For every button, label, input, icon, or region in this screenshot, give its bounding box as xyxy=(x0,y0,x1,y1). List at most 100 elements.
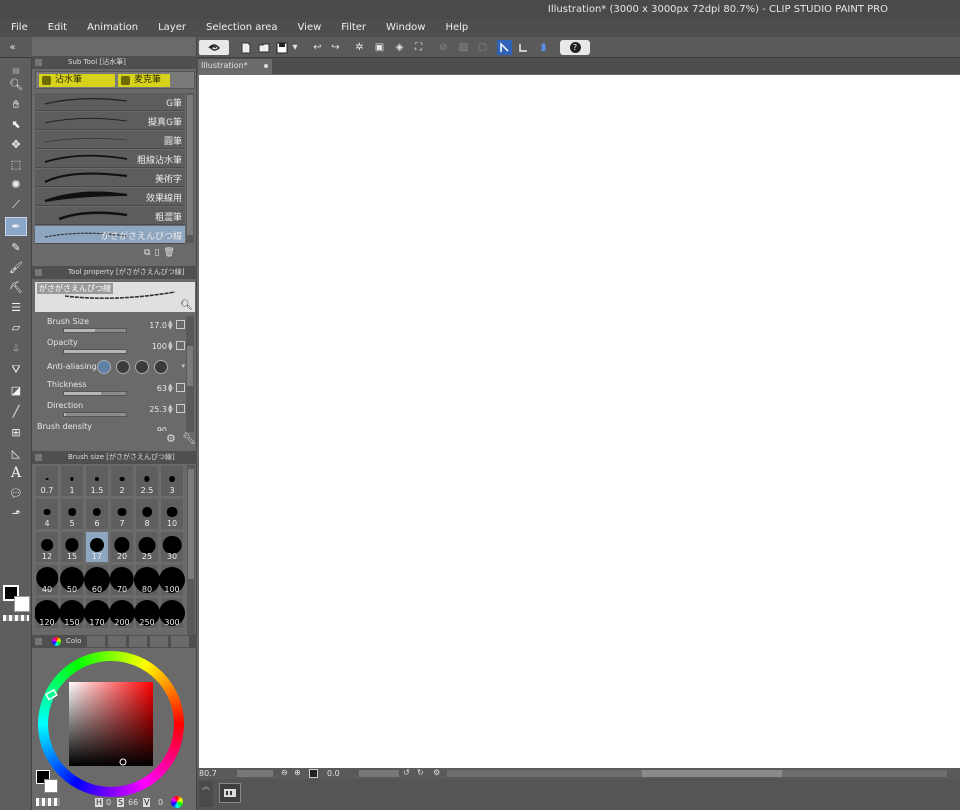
eraser-icon[interactable]: ▱ xyxy=(6,319,26,336)
subtool-panel-header[interactable]: Sub Tool [沾水筆] xyxy=(32,56,197,69)
color-mode-icon[interactable] xyxy=(171,796,183,808)
selection-rect-icon[interactable]: ⬚ xyxy=(6,156,26,173)
brush-size-cell[interactable]: 60 xyxy=(84,564,110,596)
tool-property-header[interactable]: Tool property [がさがさえんぴつ線] xyxy=(32,266,197,279)
intermediate-color-tab[interactable] xyxy=(108,636,126,647)
pressure-icon[interactable] xyxy=(176,320,185,329)
text-icon[interactable]: A xyxy=(6,464,26,481)
redo-icon[interactable]: ↪ xyxy=(328,40,343,55)
new-file-icon[interactable] xyxy=(238,40,253,55)
brush-size-cell[interactable]: 80 xyxy=(134,564,160,596)
eyedropper-icon[interactable]: ⟋ xyxy=(6,196,26,213)
prop-brush-density[interactable]: Brush density 90 xyxy=(35,421,185,431)
prop-opacity[interactable]: Opacity 100 ▲ ▼ xyxy=(35,337,185,358)
fill-icon[interactable]: ⛛ xyxy=(6,361,26,378)
subtool-item-selected[interactable]: がさがさえんぴつ線 xyxy=(35,226,185,244)
filmstrip-icon[interactable] xyxy=(219,783,241,803)
brush-size-cell[interactable]: 2 xyxy=(110,465,134,497)
subtool-item[interactable]: 美術字 xyxy=(35,169,185,187)
balloon-icon[interactable]: 💬︎ xyxy=(6,485,26,502)
transparent-color-swatch[interactable] xyxy=(3,615,29,621)
group-tab-pen[interactable]: 沾水筆 xyxy=(39,74,115,87)
brush-size-slider[interactable] xyxy=(63,328,127,333)
zoom-slider[interactable] xyxy=(237,770,273,777)
rotation-slider[interactable] xyxy=(359,770,399,777)
brush-size-cell[interactable]: 3 xyxy=(160,465,184,497)
transparent-swatch[interactable] xyxy=(36,798,60,806)
brush-size-cell[interactable]: 150 xyxy=(59,597,85,629)
panel-menu-icon[interactable] xyxy=(35,638,42,645)
spin-icon[interactable]: ▲ ▼ xyxy=(168,341,175,352)
group-tab-marker[interactable]: 麦克筆 xyxy=(118,74,170,87)
subtool-item[interactable]: 圓筆 xyxy=(35,131,185,149)
subtool-item[interactable]: 效果線用 xyxy=(35,188,185,206)
brush-size-cell[interactable]: 0.7 xyxy=(35,465,59,497)
brush-size-cell[interactable]: 40 xyxy=(35,564,59,596)
spin-icon[interactable]: ▲ ▼ xyxy=(168,320,175,331)
zoom-value[interactable]: 80.7 xyxy=(199,769,217,778)
brush-icon[interactable]: 🖌︎ xyxy=(6,259,26,276)
save-icon[interactable] xyxy=(274,40,289,55)
menu-help[interactable]: Help xyxy=(434,19,477,37)
zoom-in-icon[interactable]: ⊕ xyxy=(294,768,301,777)
brush-size-cell[interactable]: 250 xyxy=(134,597,160,629)
color-wheel[interactable] xyxy=(36,649,186,799)
brush-size-cell[interactable]: 1.5 xyxy=(85,465,109,497)
open-folder-icon[interactable] xyxy=(256,40,271,55)
fill-selection-icon[interactable]: ◈ xyxy=(392,40,407,55)
panel-menu-icon[interactable] xyxy=(35,454,42,461)
color-set-tab[interactable] xyxy=(87,636,105,647)
new-subtool-icon[interactable]: ▯ xyxy=(154,248,159,262)
gradient-icon[interactable]: ◪ xyxy=(6,382,26,399)
brush-size-scrollbar[interactable] xyxy=(187,465,195,635)
delete-icon[interactable]: 🗑︎ xyxy=(163,248,174,262)
object-icon[interactable]: ⬉ xyxy=(6,116,26,133)
invert-selection-icon[interactable]: ▨ xyxy=(456,40,471,55)
prop-thickness[interactable]: Thickness 63 ▲ ▼ xyxy=(35,379,185,400)
show-selection-icon[interactable]: ▢ xyxy=(475,40,490,55)
brush-size-cell[interactable]: 15 xyxy=(60,531,84,563)
menu-file[interactable]: File xyxy=(0,19,37,37)
approximate-color-tab[interactable] xyxy=(129,636,147,647)
brush-size-cell[interactable]: 120 xyxy=(35,597,60,629)
prop-anti-aliasing[interactable]: Anti-aliasing ▾ xyxy=(35,357,185,378)
brush-size-cell[interactable]: 30 xyxy=(160,531,184,563)
sub-color-indicator[interactable] xyxy=(44,779,58,793)
horizontal-scrollbar[interactable] xyxy=(447,770,947,777)
frame-icon[interactable]: ⊞ xyxy=(6,424,26,441)
menu-layer[interactable]: Layer xyxy=(147,19,195,37)
fit-view-icon[interactable] xyxy=(309,769,318,778)
spin-icon[interactable]: ▲ ▼ xyxy=(168,383,175,394)
move-icon[interactable]: ✥ xyxy=(6,136,26,153)
decoration-icon[interactable]: ☰ xyxy=(6,299,26,316)
brush-size-cell[interactable]: 17 xyxy=(85,531,109,563)
subtool-scrollbar[interactable] xyxy=(186,93,194,243)
settings-icon[interactable]: ⚙ xyxy=(166,432,176,445)
hand-icon[interactable]: ✋︎ xyxy=(6,96,26,113)
aa-strong-option[interactable] xyxy=(154,360,168,374)
color-panel-header[interactable]: Colo xyxy=(32,635,197,648)
brush-size-cell[interactable]: 50 xyxy=(59,564,85,596)
aa-none-option[interactable] xyxy=(97,360,111,374)
brush-size-cell[interactable]: 12 xyxy=(35,531,59,563)
brush-size-cell[interactable]: 20 xyxy=(110,531,134,563)
thickness-icon[interactable] xyxy=(176,383,185,392)
zoom-icon[interactable]: 🔍︎ xyxy=(6,76,26,93)
brush-size-cell[interactable]: 8 xyxy=(135,498,159,530)
menu-window[interactable]: Window xyxy=(375,19,434,37)
wrench-icon[interactable]: 🔧︎ xyxy=(182,432,196,445)
clip-studio-icon[interactable] xyxy=(199,40,229,55)
sub-view-tab[interactable] xyxy=(171,636,189,647)
menu-edit[interactable]: Edit xyxy=(37,19,76,37)
opacity-slider[interactable] xyxy=(63,349,127,354)
color-wheel-tab-icon[interactable] xyxy=(52,637,61,646)
magic-wand-icon[interactable]: ✺ xyxy=(6,176,26,193)
clear-icon[interactable]: ✲ xyxy=(352,40,367,55)
aa-weak-option[interactable] xyxy=(116,360,130,374)
panel-menu-icon[interactable] xyxy=(35,269,42,276)
reset-rotation-icon[interactable]: ⚙ xyxy=(433,768,440,777)
ruler-icon[interactable]: ◺ xyxy=(6,445,26,462)
direction-slider[interactable] xyxy=(63,412,127,417)
brush-size-cell[interactable]: 1 xyxy=(60,465,84,497)
prop-direction[interactable]: Direction 25.3 ▲ ▼ xyxy=(35,400,185,421)
